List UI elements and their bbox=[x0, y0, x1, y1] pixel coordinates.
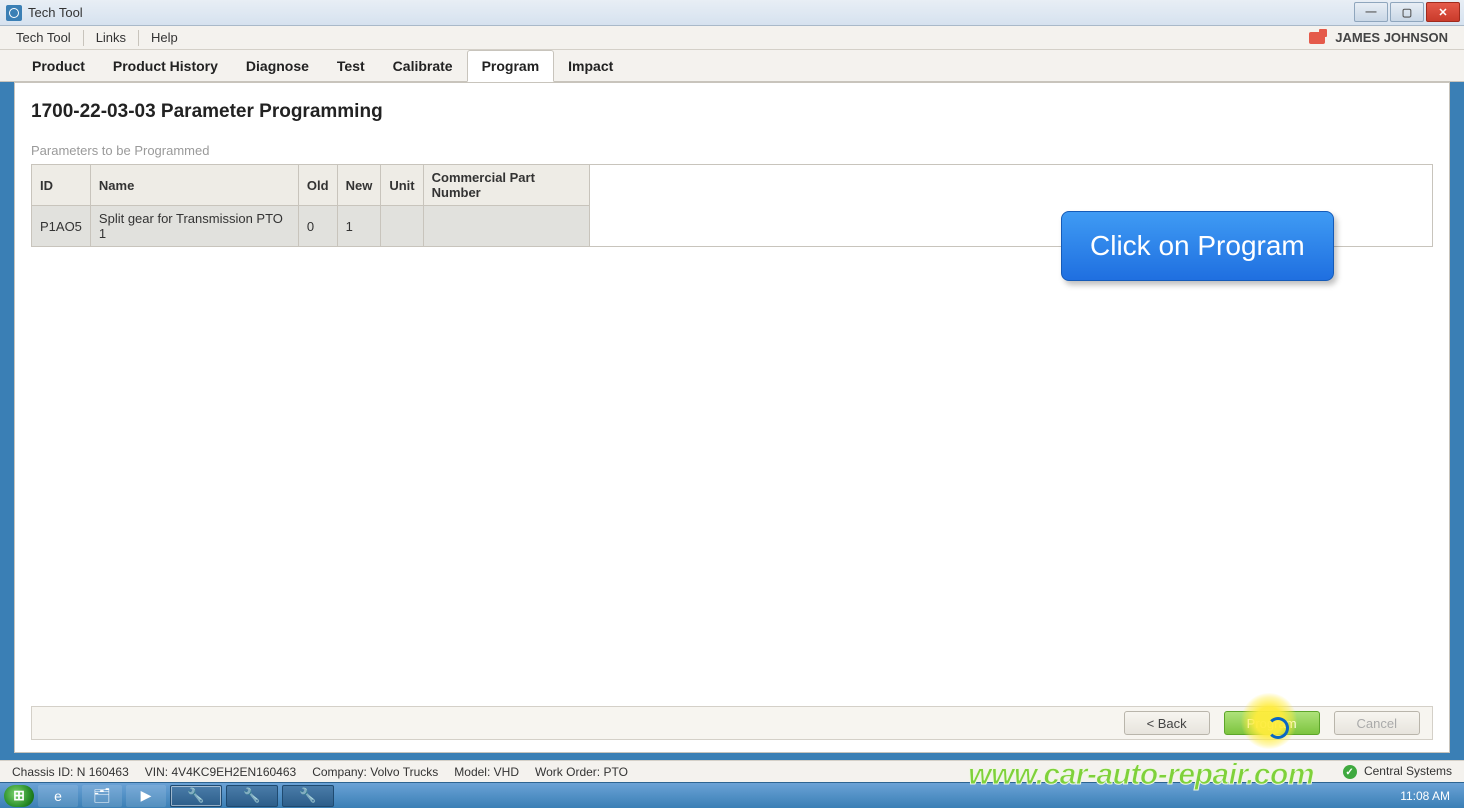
main-tabs: Product Product History Diagnose Test Ca… bbox=[0, 50, 1464, 82]
col-cpn[interactable]: Commercial Part Number bbox=[423, 165, 589, 206]
task-ie-icon[interactable]: e bbox=[38, 785, 78, 807]
menu-links[interactable]: Links bbox=[86, 27, 136, 48]
menu-techtool[interactable]: Tech Tool bbox=[6, 27, 81, 48]
status-bar: Chassis ID: N 160463 VIN: 4V4KC9EH2EN160… bbox=[0, 760, 1464, 782]
tab-diagnose[interactable]: Diagnose bbox=[232, 51, 323, 81]
user-area[interactable]: JAMES JOHNSON bbox=[1309, 30, 1458, 45]
program-button[interactable]: Program bbox=[1224, 711, 1320, 735]
task-techtool-3[interactable]: 🔧 bbox=[282, 785, 334, 807]
subheading: Parameters to be Programmed bbox=[31, 143, 1433, 158]
cell-old: 0 bbox=[298, 206, 337, 247]
col-rest bbox=[589, 165, 1432, 206]
app-icon bbox=[6, 5, 22, 21]
footer-buttons: < Back Program Cancel bbox=[31, 706, 1433, 740]
maximize-button[interactable]: ▢ bbox=[1390, 2, 1424, 22]
cancel-button: Cancel bbox=[1334, 711, 1420, 735]
cell-unit bbox=[381, 206, 423, 247]
back-button[interactable]: < Back bbox=[1124, 711, 1210, 735]
col-unit[interactable]: Unit bbox=[381, 165, 423, 206]
cell-name: Split gear for Transmission PTO 1 bbox=[90, 206, 298, 247]
tab-product-history[interactable]: Product History bbox=[99, 51, 232, 81]
start-button[interactable]: ⊞ bbox=[4, 785, 34, 807]
instruction-callout: Click on Program bbox=[1061, 211, 1334, 281]
col-new[interactable]: New bbox=[337, 165, 381, 206]
cell-new: 1 bbox=[337, 206, 381, 247]
status-chassis: Chassis ID: N 160463 bbox=[12, 765, 129, 779]
user-name: JAMES JOHNSON bbox=[1335, 30, 1448, 45]
window-title: Tech Tool bbox=[28, 5, 83, 20]
tab-impact[interactable]: Impact bbox=[554, 51, 627, 81]
col-old[interactable]: Old bbox=[298, 165, 337, 206]
col-id[interactable]: ID bbox=[32, 165, 91, 206]
status-model: Model: VHD bbox=[454, 765, 519, 779]
window-controls: — ▢ ✕ bbox=[1354, 2, 1460, 22]
task-media-icon[interactable]: ▶ bbox=[126, 785, 166, 807]
menubar: Tech Tool Links Help JAMES JOHNSON bbox=[0, 26, 1464, 50]
table-header-row: ID Name Old New Unit Commercial Part Num… bbox=[32, 165, 1433, 206]
minimize-button[interactable]: — bbox=[1354, 2, 1388, 22]
taskbar-clock[interactable]: 11:08 AM bbox=[1400, 789, 1460, 803]
cell-id: P1AO5 bbox=[32, 206, 91, 247]
close-button[interactable]: ✕ bbox=[1426, 2, 1460, 22]
content-area: 1700-22-03-03 Parameter Programming Para… bbox=[14, 82, 1450, 753]
status-connection: ✓ Central Systems bbox=[1343, 764, 1452, 780]
menu-help[interactable]: Help bbox=[141, 27, 188, 48]
status-vin: VIN: 4V4KC9EH2EN160463 bbox=[145, 765, 296, 779]
page-title: 1700-22-03-03 Parameter Programming bbox=[31, 101, 1433, 123]
menu-separator bbox=[83, 30, 84, 46]
menu-separator bbox=[138, 30, 139, 46]
status-workorder: Work Order: PTO bbox=[535, 765, 628, 779]
tab-test[interactable]: Test bbox=[323, 51, 379, 81]
cell-cpn bbox=[423, 206, 589, 247]
task-explorer-icon[interactable]: 🗂 bbox=[82, 785, 122, 807]
taskbar: ⊞ e 🗂 ▶ 🔧 🔧 🔧 11:08 AM bbox=[0, 782, 1464, 808]
tab-calibrate[interactable]: Calibrate bbox=[379, 51, 467, 81]
tab-program[interactable]: Program bbox=[467, 50, 555, 82]
user-icon bbox=[1309, 32, 1325, 44]
window-titlebar: Tech Tool — ▢ ✕ bbox=[0, 0, 1464, 26]
check-icon: ✓ bbox=[1343, 765, 1357, 779]
tab-product[interactable]: Product bbox=[18, 51, 99, 81]
status-company: Company: Volvo Trucks bbox=[312, 765, 438, 779]
task-techtool-1[interactable]: 🔧 bbox=[170, 785, 222, 807]
col-name[interactable]: Name bbox=[90, 165, 298, 206]
task-techtool-2[interactable]: 🔧 bbox=[226, 785, 278, 807]
